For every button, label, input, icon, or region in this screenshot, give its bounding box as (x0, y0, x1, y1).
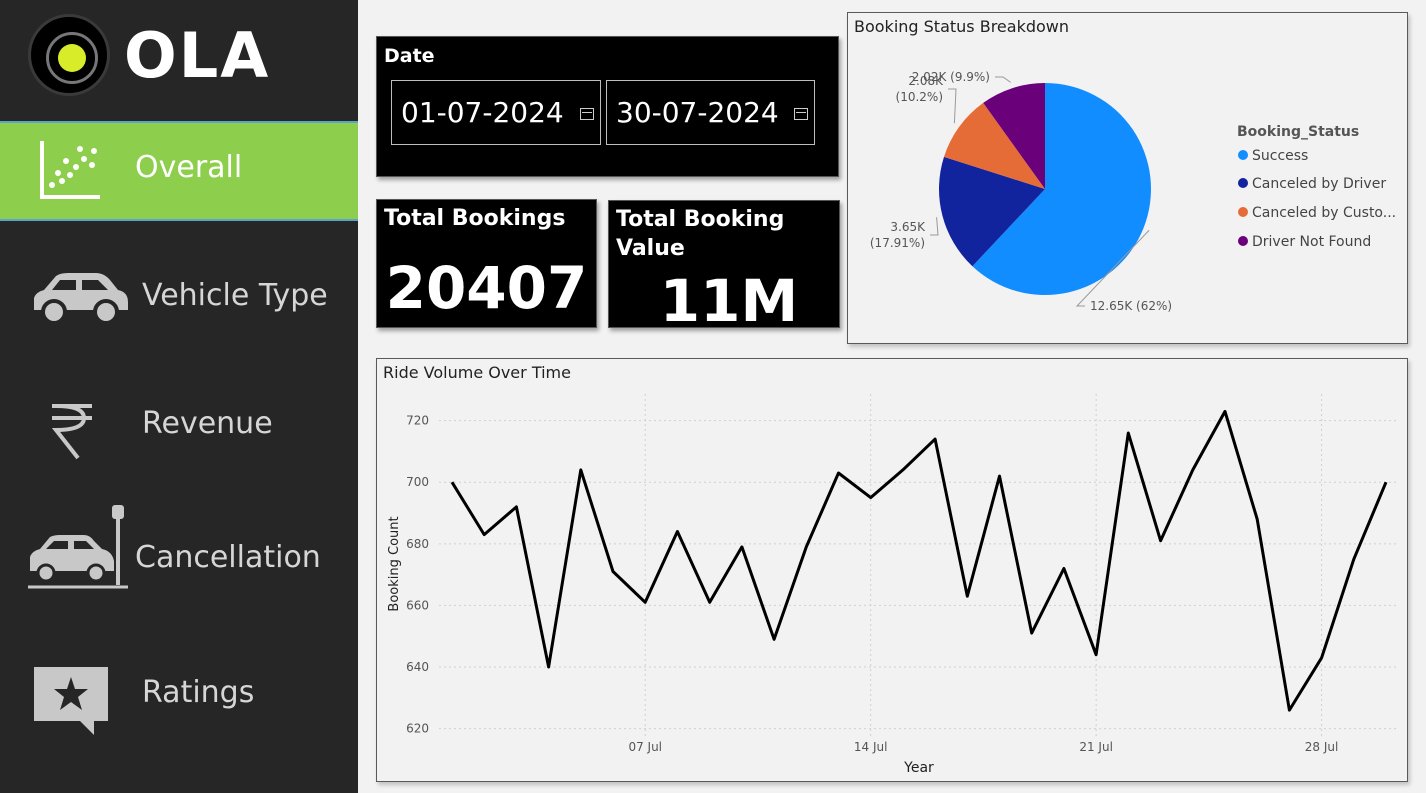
pie-label-line (948, 88, 957, 124)
nav-item-overall[interactable]: Overall (0, 121, 358, 221)
y-tick-label: 620 (406, 722, 429, 736)
total-booking-value-card: Total Booking Value 11M (608, 200, 840, 335)
nav-item-vehicle-type[interactable]: Vehicle Type (0, 250, 358, 350)
y-axis-label: Booking Count (387, 516, 402, 611)
nav-item-cancellation[interactable]: Cancellation (0, 505, 358, 605)
pie-data-label: 3.65K (17.91%) (870, 220, 926, 250)
ola-logo: OLA (26, 12, 286, 100)
y-tick-label: 660 (406, 598, 429, 612)
y-tick-label: 680 (406, 537, 429, 551)
scatter-chart-icon (40, 141, 100, 199)
nav-label: Cancellation (135, 540, 321, 575)
nav-label: Revenue (142, 406, 273, 441)
kpi-title: Total Bookings (384, 206, 566, 231)
date-filter-card: Date 01-07-2024 30-07-2024 (376, 36, 839, 177)
nav-item-ratings[interactable]: Ratings (0, 645, 358, 745)
pie-data-label: 12.65K (62%) (1090, 299, 1172, 313)
kpi-title: Total Booking Value (616, 207, 785, 261)
end-date-value: 30-07-2024 (616, 96, 779, 129)
x-tick-label: 07 Jul (628, 740, 662, 754)
y-tick-label: 700 (406, 475, 429, 489)
x-tick-label: 28 Jul (1305, 740, 1339, 754)
legend-item[interactable]: Success (1238, 148, 1308, 164)
legend-title: Booking_Status (1237, 124, 1360, 140)
x-axis-label: Year (903, 760, 934, 776)
line-chart: 620 640 660 680 700 720 07 Jul 14 Jul 21 Jul 28 J… (387, 394, 1398, 776)
pie-label-line (930, 217, 939, 236)
y-tick-label: 640 (406, 660, 429, 674)
start-date-input[interactable]: 01-07-2024 (391, 80, 601, 145)
car-icon (34, 273, 128, 325)
y-tick-label: 720 (406, 414, 429, 428)
legend-item[interactable]: Canceled by Driver (1238, 176, 1386, 192)
nav-label: Vehicle Type (142, 278, 328, 313)
booking-status-card: Booking Status Breakdown 12.65K (62%) 3.6… (847, 12, 1408, 344)
kpi-value: 20407 (385, 254, 588, 322)
star-message-icon (34, 667, 108, 735)
pie-label-line (995, 76, 1012, 83)
brand-name: OLA (124, 19, 271, 92)
car-crash-icon (28, 505, 128, 589)
start-date-value: 01-07-2024 (401, 96, 564, 129)
date-filter-title: Date (384, 45, 435, 67)
legend-item[interactable]: Canceled by Custo... (1238, 205, 1396, 221)
ola-logo-icon (28, 14, 110, 96)
rupee-icon (51, 404, 92, 460)
end-date-input[interactable]: 30-07-2024 (606, 80, 815, 145)
series-line[interactable] (450, 409, 1388, 712)
ride-volume-card: Ride Volume Over Time 620 640 660 680 700 720… (376, 358, 1408, 782)
x-tick-label: 14 Jul (854, 740, 888, 754)
kpi-value: 11M (659, 267, 799, 335)
nav-label: Ratings (142, 675, 255, 710)
nav-label: Overall (135, 150, 243, 185)
total-bookings-card: Total Bookings 20407 (376, 199, 597, 328)
pie-data-label: 2.02K (9.9%) (912, 70, 990, 84)
sidebar: OLA Overall Vehicle Type Revenue Cancell… (0, 0, 358, 793)
calendar-icon[interactable] (580, 108, 594, 120)
calendar-icon[interactable] (794, 108, 808, 120)
legend-item[interactable]: Driver Not Found (1238, 234, 1371, 250)
nav-item-revenue[interactable]: Revenue (0, 378, 358, 478)
x-tick-label: 21 Jul (1079, 740, 1113, 754)
